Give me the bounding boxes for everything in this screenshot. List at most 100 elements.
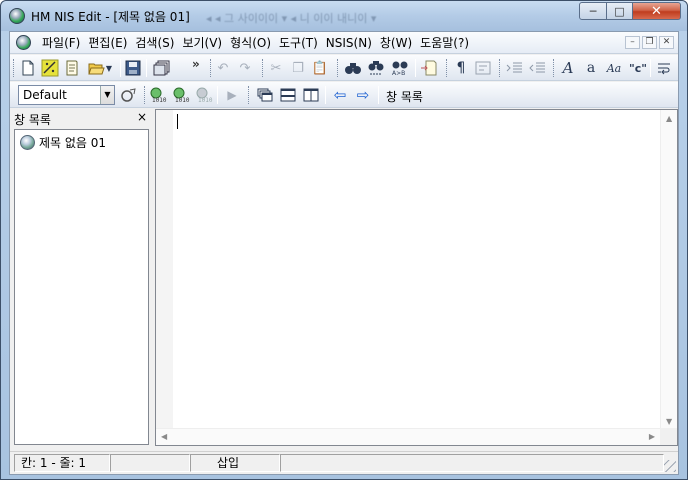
find-icon[interactable] <box>343 58 363 78</box>
toolbar-grip[interactable] <box>553 59 556 77</box>
doc-restore-button[interactable]: ❐ <box>642 36 657 49</box>
svg-text:1010: 1010 <box>152 97 167 103</box>
show-whitespace-icon[interactable]: ¶ <box>451 58 471 78</box>
svg-text:1010: 1010 <box>175 97 190 103</box>
window-list-button[interactable]: 창 목록 <box>386 88 423 105</box>
template-icon[interactable] <box>62 58 82 78</box>
outdent-icon[interactable] <box>528 58 548 78</box>
vertical-scrollbar[interactable]: ▲ ▼ <box>660 110 677 430</box>
quote-icon[interactable]: "c" <box>628 58 648 78</box>
compile-run-icon[interactable]: 1010 <box>171 85 191 105</box>
cut-icon[interactable]: ✂ <box>266 58 286 78</box>
change-case-icon[interactable]: Aa <box>604 58 624 78</box>
client-area: 파일(F) 편집(E) 검색(S) 보기(V) 형식(O) 도구(T) NSIS… <box>9 31 679 475</box>
menu-tools[interactable]: 도구(T) <box>277 35 324 51</box>
copy-icon[interactable]: ❐ <box>288 58 308 78</box>
tile-vertical-icon[interactable] <box>301 85 321 105</box>
stop-compile-icon[interactable]: 1010 <box>194 85 214 105</box>
document-system-icon[interactable] <box>16 35 31 50</box>
font-icon[interactable]: A <box>558 58 578 78</box>
wrap-lines-icon[interactable] <box>654 58 674 78</box>
window-list-panel: 창 목록 × 제목 없음 01 <box>10 109 151 445</box>
chevron-down-icon[interactable]: ▼ <box>100 86 114 104</box>
config-combo-value: Default <box>23 88 67 102</box>
scroll-corner <box>660 428 677 445</box>
edit-config-icon[interactable] <box>118 85 138 105</box>
toolbar-separator <box>325 86 326 104</box>
font-lowercase-icon[interactable]: a <box>581 58 601 78</box>
previous-window-icon[interactable]: ⇦ <box>330 85 350 105</box>
toolbar-grip[interactable] <box>446 59 449 77</box>
resize-grip-icon[interactable] <box>664 460 676 472</box>
toolbar-separator <box>120 59 121 77</box>
title-bar[interactable]: HM NIS Edit - [제목 없음 01] ◂ ◂ 그 사이이이 ▾ ◂ … <box>1 1 687 31</box>
scroll-right-icon[interactable]: ▶ <box>649 432 655 441</box>
toolbar-grip[interactable] <box>13 59 16 77</box>
menu-search[interactable]: 검색(S) <box>133 35 180 51</box>
replace-icon[interactable]: A>B <box>390 58 410 78</box>
save-icon[interactable] <box>123 58 143 78</box>
menu-file[interactable]: 파일(F) <box>40 35 86 51</box>
minimize-button[interactable]: ─ <box>579 2 607 20</box>
editor-area[interactable]: ▲ ▼ ◀ ▶ <box>155 109 678 446</box>
cascade-windows-icon[interactable] <box>255 85 275 105</box>
toolbar-grip[interactable] <box>262 59 265 77</box>
menu-bar: 파일(F) 편집(E) 검색(S) 보기(V) 형식(O) 도구(T) NSIS… <box>10 32 678 54</box>
find-next-icon[interactable] <box>366 58 386 78</box>
tile-horizontal-icon[interactable] <box>278 85 298 105</box>
maximize-button[interactable]: □ <box>607 2 633 20</box>
toolbar-grip[interactable] <box>144 86 147 104</box>
text-caret <box>177 114 178 129</box>
next-window-icon[interactable]: ⇨ <box>353 85 373 105</box>
insert-mode: 삽입 <box>190 454 280 472</box>
toolbar-separator <box>217 86 218 104</box>
app-logo-icon[interactable] <box>9 8 25 24</box>
cursor-position: 칸: 1 - 줄: 1 <box>14 454 110 472</box>
toolbar-separator <box>378 86 379 104</box>
horizontal-scrollbar[interactable]: ◀ ▶ <box>156 428 660 445</box>
open-dropdown-icon[interactable]: ▼ <box>104 58 114 78</box>
menu-help[interactable]: 도움말(?) <box>418 35 475 51</box>
menu-view[interactable]: 보기(V) <box>180 35 228 51</box>
wizard-icon[interactable] <box>40 58 60 78</box>
mdi-buttons: – ❐ ✕ <box>625 36 674 49</box>
main-toolbar: ▼ » ↶ ↷ ✂ ❐ 📋 A>B ¶ A a Aa "c" <box>10 55 678 81</box>
scroll-left-icon[interactable]: ◀ <box>161 432 167 441</box>
undo-icon[interactable]: ↶ <box>213 58 233 78</box>
list-item[interactable]: 제목 없음 01 <box>20 134 106 151</box>
panel-close-icon[interactable]: × <box>137 110 147 124</box>
title-ghost-text: ◂ ◂ 그 사이이이 ▾ ◂ 니 이이 내니이 ▾ <box>206 12 377 25</box>
scroll-down-icon[interactable]: ▼ <box>666 417 672 426</box>
menu-edit[interactable]: 편집(E) <box>86 35 133 51</box>
word-wrap-icon[interactable] <box>473 58 493 78</box>
doc-minimize-button[interactable]: – <box>625 36 640 49</box>
toolbar-grip[interactable] <box>248 86 251 104</box>
toolbar-overflow-icon[interactable]: » <box>192 57 200 71</box>
close-button[interactable]: ✕ <box>633 2 681 20</box>
panel-title: 창 목록 <box>14 113 51 127</box>
toolbar-separator <box>415 59 416 77</box>
run-icon[interactable]: ▶ <box>222 85 242 105</box>
redo-icon[interactable]: ↷ <box>235 58 255 78</box>
menu-format[interactable]: 형식(O) <box>228 35 277 51</box>
status-bar: 칸: 1 - 줄: 1 삽입 <box>10 451 678 474</box>
svg-text:1010: 1010 <box>198 97 213 103</box>
save-all-icon[interactable] <box>152 58 172 78</box>
goto-line-icon[interactable] <box>419 58 439 78</box>
secondary-toolbar: Default ▼ 1010 1010 1010 ▶ ⇦ ⇨ 창 목록 <box>10 82 678 108</box>
toolbar-grip[interactable] <box>499 59 502 77</box>
new-file-icon[interactable] <box>18 58 38 78</box>
scroll-up-icon[interactable]: ▲ <box>666 114 672 123</box>
paste-icon[interactable]: 📋 <box>310 58 330 78</box>
indent-icon[interactable] <box>505 58 525 78</box>
svg-text:A>B: A>B <box>392 70 405 76</box>
compile-icon[interactable]: 1010 <box>148 85 168 105</box>
document-icon <box>20 135 35 150</box>
config-combo[interactable]: Default ▼ <box>18 85 115 105</box>
doc-close-button[interactable]: ✕ <box>659 36 674 49</box>
menu-window[interactable]: 창(W) <box>378 35 418 51</box>
status-message <box>280 454 664 472</box>
menu-nsis[interactable]: NSIS(N) <box>324 35 378 51</box>
list-item-label: 제목 없음 01 <box>39 136 107 150</box>
toolbar-grip[interactable] <box>337 59 340 77</box>
